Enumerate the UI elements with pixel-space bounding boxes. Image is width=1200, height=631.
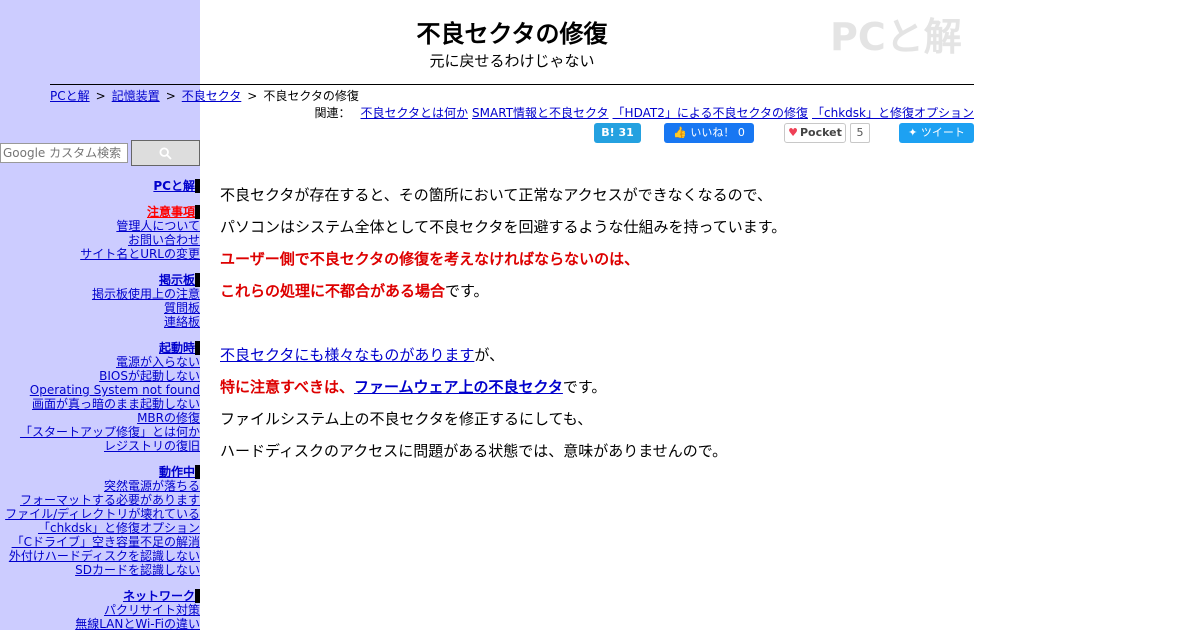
breadcrumb-bad-sector[interactable]: 不良セクタ xyxy=(182,89,242,103)
content-paragraph: 特に注意すべきは、ファームウェア上の不良セクタです。 xyxy=(220,371,1180,403)
facebook-like-button[interactable]: 👍 いいね！ 0 xyxy=(664,123,754,143)
related-label: 関連： xyxy=(314,106,351,120)
nav-item[interactable]: 掲示板使用上の注意 xyxy=(0,287,200,301)
nav-item[interactable]: 突然電源が落ちる xyxy=(0,479,200,493)
bird-icon: ✦ xyxy=(908,126,918,139)
related-link-4[interactable]: 「chkdsk」と修復オプション xyxy=(812,106,974,120)
hatena-count: 31 xyxy=(618,126,634,139)
related-link-2[interactable]: SMART情報と不良セクタ xyxy=(472,106,609,120)
breadcrumb-separator: > xyxy=(165,89,176,103)
content-emphasis: これらの処理に不都合がある場合 xyxy=(220,282,446,300)
content-paragraph: 不良セクタが存在すると、その箇所において正常なアクセスができなくなるので、 xyxy=(220,186,773,204)
nav-group-link-notice[interactable]: 注意事項 xyxy=(147,205,195,219)
search-icon xyxy=(159,146,172,160)
breadcrumb-storage[interactable]: 記憶装置 xyxy=(112,89,160,103)
content-emphasis: 特に注意すべきは、 xyxy=(220,378,354,396)
nav-group-link-network[interactable]: ネットワーク xyxy=(123,589,195,603)
hatena-bookmark-button[interactable]: B! 31 xyxy=(594,123,641,143)
nav-item[interactable]: 電源が入らない xyxy=(0,355,200,369)
nav-item[interactable]: 「Cドライブ」空き容量不足の解消 xyxy=(0,535,200,549)
breadcrumb-home[interactable]: PCと解 xyxy=(50,89,90,103)
nav-item[interactable]: Operating System not found xyxy=(0,383,200,397)
nav-group-heading: 起動時 xyxy=(0,341,200,355)
content-paragraph: ファイルシステム上の不良セクタを修正するにしても、 xyxy=(220,410,593,428)
nav-group-link-boot[interactable]: 起動時 xyxy=(159,341,195,355)
site-logo[interactable]: PCと解 xyxy=(830,17,974,57)
related-link-3[interactable]: 「HDAT2」による不良セクタの修復 xyxy=(613,106,808,120)
nav-item[interactable]: 連絡板 xyxy=(0,315,200,329)
firmware-link-wrapper: ファームウェア上の不良セクタ xyxy=(354,378,563,396)
nav-item[interactable]: レジストリの復旧 xyxy=(0,439,200,453)
nav-item[interactable]: 画面が真っ暗のまま起動しない xyxy=(0,397,200,411)
pocket-icon: ♥ xyxy=(788,126,798,139)
content-paragraph: ハードディスクのアクセスに問題がある状態では、意味がありませんので。 xyxy=(220,442,728,460)
search-button[interactable] xyxy=(131,140,200,166)
tweet-button[interactable]: ✦ ツイート xyxy=(899,123,974,143)
related-link-1[interactable]: 不良セクタとは何か xyxy=(361,106,469,120)
breadcrumb: PCと解 > 記憶装置 > 不良セクタ > 不良セクタの修復 xyxy=(50,87,359,104)
nav-item[interactable]: パクリサイト対策 xyxy=(0,603,200,617)
nav-item[interactable]: MBRの修復 xyxy=(0,411,200,425)
nav-group-link-bbs[interactable]: 掲示板 xyxy=(159,273,195,287)
nav-item[interactable]: 「スタートアップ修復」とは何か xyxy=(0,425,200,439)
content-emphasis: ユーザー側で不良セクタの修復を考えなければならないのは、 xyxy=(220,250,640,268)
content-paragraph: 不良セクタにも様々なものがありますが、 xyxy=(220,339,1180,371)
bad-sector-types-link[interactable]: 不良セクタにも様々なものがあります xyxy=(220,346,474,364)
breadcrumb-separator: > xyxy=(95,89,106,103)
pocket-count: 5 xyxy=(850,123,870,143)
content-text: です。 xyxy=(562,378,607,396)
nav-item[interactable]: 無線LANとWi-Fiの違い xyxy=(0,617,200,631)
hatena-icon: B! xyxy=(601,126,615,139)
nav-item[interactable]: BIOSが起動しない xyxy=(0,369,200,383)
content-text: が、 xyxy=(474,346,505,364)
nav-item[interactable]: サイト名とURLの変更 xyxy=(0,247,200,261)
nav-item[interactable]: 「chkdsk」と修復オプション xyxy=(0,521,200,535)
nav-home-heading: PCと解 xyxy=(0,179,200,193)
nav-group-heading: 注意事項 xyxy=(0,205,200,219)
pocket-label: Pocket xyxy=(799,126,842,139)
nav-group-heading: 動作中 xyxy=(0,465,200,479)
pocket-button[interactable]: ♥ Pocket xyxy=(784,123,846,143)
content-text: です。 xyxy=(445,282,489,300)
tweet-label: ツイート xyxy=(920,126,965,139)
nav-item[interactable]: ファイル/ディレクトリが壊れている xyxy=(0,507,200,521)
nav-item[interactable]: 外付けハードディスクを認識しない xyxy=(0,549,200,563)
nav-group-heading: ネットワーク xyxy=(0,589,200,603)
nav-item[interactable]: SDカードを認識しない xyxy=(0,563,200,577)
thumbs-up-icon: 👍 xyxy=(673,126,687,139)
nav-group-heading: 掲示板 xyxy=(0,273,200,287)
nav-group-link-running[interactable]: 動作中 xyxy=(159,465,195,479)
content-paragraph: パソコンはシステム全体として不良セクタを回避するような仕組みを持っています。 xyxy=(220,218,787,236)
nav-item[interactable]: お問い合わせ xyxy=(0,233,200,247)
like-label: いいね！ xyxy=(690,126,735,139)
nav-item[interactable]: フォーマットする必要があります xyxy=(0,493,200,507)
nav-home-link[interactable]: PCと解 xyxy=(153,179,195,193)
nav-item[interactable]: 質問板 xyxy=(0,301,200,315)
search-input[interactable] xyxy=(0,143,128,163)
firmware-bad-sector-link[interactable]: ファームウェア上の不良セクタ xyxy=(354,378,563,396)
related-links: 関連： 不良セクタとは何か SMART情報と不良セクタ 「HDAT2」による不良セクタ… xyxy=(315,104,975,121)
content-paragraph: これらの処理に不都合がある場合です。 xyxy=(220,275,1180,307)
breadcrumb-separator: > xyxy=(247,89,258,103)
nav-item[interactable]: 管理人について xyxy=(0,219,200,233)
main-content: 不良セクタが存在すると、その箇所において正常なアクセスができなくなるので、 パソ… xyxy=(220,179,1180,467)
sidebar-nav: PCと解 注意事項 管理人について お問い合わせ サイト名とURLの変更 掲示板… xyxy=(0,179,200,631)
breadcrumb-current: 不良セクタの修復 xyxy=(263,89,359,103)
like-count: 0 xyxy=(737,126,745,139)
